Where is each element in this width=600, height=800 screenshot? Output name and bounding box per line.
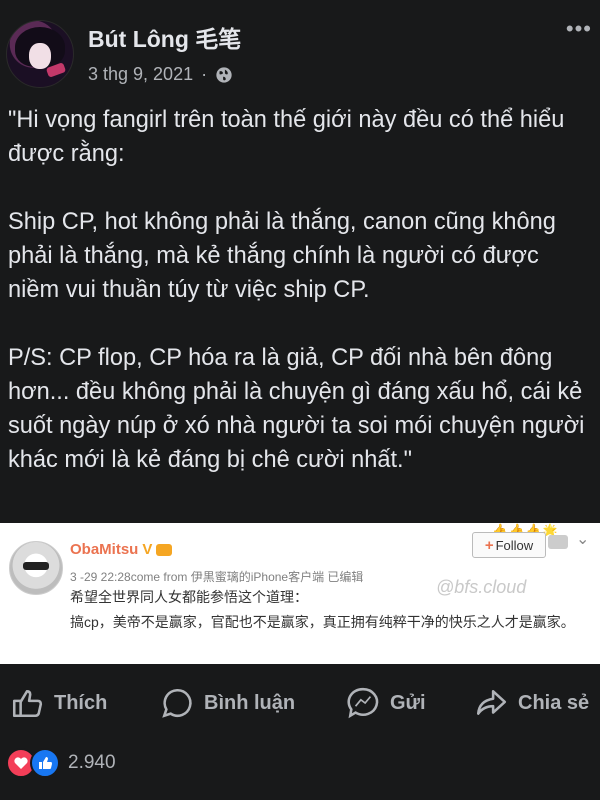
plus-icon: +: [484, 536, 494, 554]
weibo-username: ObaMitsu V: [70, 541, 173, 558]
follow-button: + Follow: [472, 532, 546, 558]
comment-label: Bình luận: [204, 691, 296, 714]
send-label: Gửi: [390, 691, 426, 714]
weibo-badge-icon: [548, 535, 568, 549]
action-bar: Thích Bình luận Gửi Chia sẻ: [0, 676, 600, 728]
avatar-face: [29, 43, 51, 69]
post-date[interactable]: 3 thg 9, 2021: [88, 64, 193, 85]
messenger-icon: [347, 687, 379, 719]
weibo-username-text: ObaMitsu: [70, 541, 139, 558]
chevron-down-icon: ⌄: [576, 531, 590, 548]
reaction-summary[interactable]: 2.940: [6, 748, 116, 778]
author-name[interactable]: Bút Lông 毛笔: [88, 20, 241, 54]
send-button[interactable]: Gửi: [346, 686, 426, 720]
comment-button[interactable]: Bình luận: [160, 686, 295, 720]
weibo-text-line1: 希望全世界同人女都能参悟这个道理：: [70, 589, 308, 605]
like-button[interactable]: Thích: [10, 686, 107, 720]
more-dots-icon[interactable]: •••: [566, 18, 592, 40]
weibo-avatar: [9, 541, 63, 595]
crown-icon: [156, 543, 173, 556]
reaction-count: 2.940: [68, 752, 116, 773]
post-body-text: "Hi vọng fangirl trên toàn thế giới này …: [8, 107, 585, 473]
avatar-glasses: [23, 562, 49, 570]
embedded-weibo-screenshot: 👍👍👍🌟 ObaMitsu V + Follow ⌄ 3 -29 22:28co…: [0, 523, 600, 664]
share-label: Chia sẻ: [518, 691, 590, 714]
globe-icon[interactable]: [215, 66, 233, 84]
weibo-meta: 3 -29 22:28come from 伊黒蜜璃的iPhone客户端 已编辑: [70, 570, 364, 584]
follow-label: Follow: [495, 537, 534, 553]
author-avatar[interactable]: [6, 20, 74, 88]
share-icon: [476, 690, 507, 715]
thumbs-up-icon: [12, 690, 43, 718]
post-header: Bút Lông 毛笔 3 thg 9, 2021 · •••: [0, 0, 600, 100]
like-icon: [30, 748, 60, 778]
like-label: Thích: [54, 691, 108, 714]
comment-icon: [162, 688, 192, 718]
watermark: @bfs.cloud: [436, 577, 527, 597]
meta-separator: ·: [201, 64, 208, 84]
share-button[interactable]: Chia sẻ: [474, 686, 589, 720]
weibo-text-line2: 搞cp，美帝不是赢家，官配也不是赢家，真正拥有纯粹干净的快乐之人才是赢家。: [70, 614, 575, 630]
verified-badge: V: [142, 541, 153, 558]
post-meta: 3 thg 9, 2021 ·: [88, 64, 233, 85]
